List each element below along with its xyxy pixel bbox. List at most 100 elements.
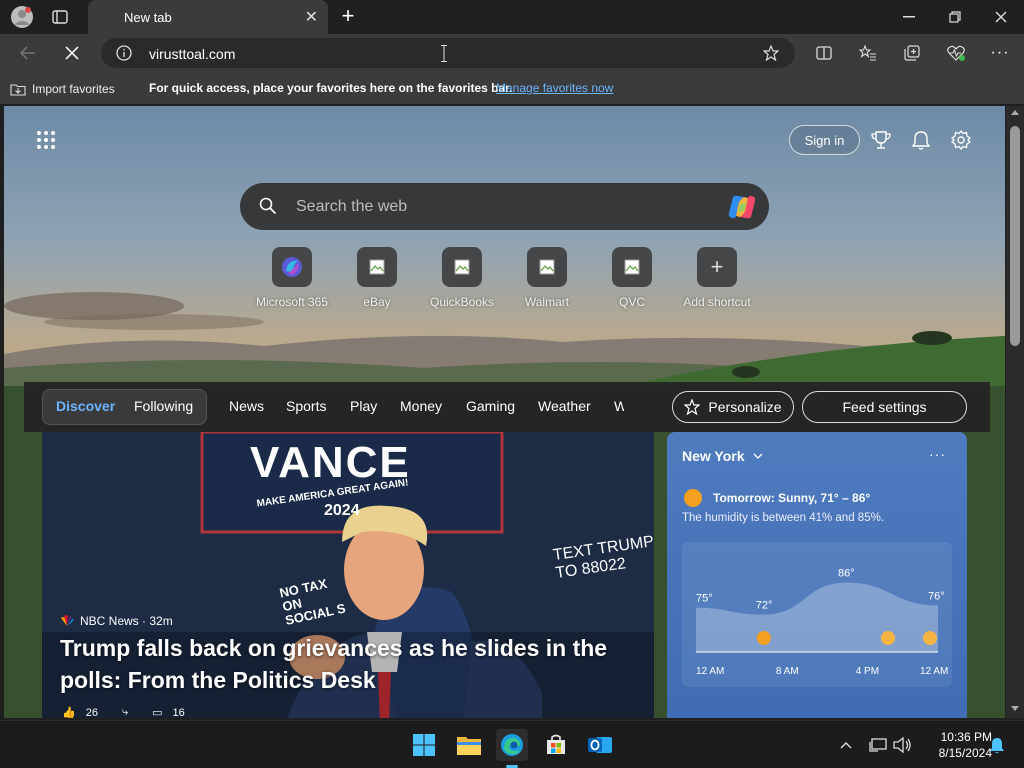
outlook-icon[interactable] <box>584 729 616 761</box>
favorites-bar-message: For quick access, place your favorites h… <box>149 81 513 95</box>
weather-more-icon[interactable]: ··· <box>929 446 946 462</box>
tab-money[interactable]: Money <box>400 398 442 414</box>
nbc-news-logo <box>61 615 74 626</box>
page-settings-gear-icon[interactable] <box>948 128 974 152</box>
search-icon <box>258 196 278 216</box>
tab-following[interactable]: Following <box>134 398 193 414</box>
restore-button[interactable] <box>940 6 970 28</box>
title-bar: New tab ✕ + <box>0 0 1024 35</box>
stop-loading-button[interactable] <box>60 42 84 64</box>
time-tick-label: 4 PM <box>856 666 879 677</box>
shortcut-walmart[interactable]: Walmart <box>507 247 587 309</box>
shortcut-microsoft-365[interactable]: Microsoft 365 <box>252 247 332 309</box>
split-screen-icon[interactable] <box>812 42 836 64</box>
dislike-icon[interactable]: ⤷ <box>122 706 128 718</box>
favorite-star-icon[interactable] <box>761 44 781 62</box>
page-scrollbar[interactable] <box>1006 106 1024 718</box>
scrollbar-down-arrow[interactable] <box>1011 706 1019 711</box>
sign-text-2024: 2024 <box>324 502 360 519</box>
partly-cloudy-marker <box>881 631 896 645</box>
url-text: virusttoal.com <box>149 46 236 62</box>
shortcut-qvc[interactable]: QVC <box>592 247 672 309</box>
apps-launcher-icon[interactable] <box>36 128 56 152</box>
news-headline[interactable]: Trump falls back on grievances as he sli… <box>60 632 620 696</box>
shortcut-label: eBay <box>363 295 391 309</box>
moon-marker <box>923 631 937 645</box>
shortcut-ebay[interactable]: eBay <box>337 247 417 309</box>
temperature-label: 72° <box>756 600 773 612</box>
browser-essentials-icon[interactable] <box>944 42 968 64</box>
tab-gaming[interactable]: Gaming <box>466 398 515 414</box>
feed-settings-button[interactable]: Feed settings <box>802 391 967 423</box>
tab-close-icon[interactable]: ✕ <box>305 7 318 27</box>
add-shortcut-button[interactable]: + Add shortcut <box>677 247 757 309</box>
microsoft-365-icon <box>272 247 312 287</box>
shortcut-label: Microsoft 365 <box>255 295 329 309</box>
tab-discover[interactable]: Discover <box>56 398 115 414</box>
sun-marker <box>756 631 771 645</box>
file-explorer-icon[interactable] <box>453 729 485 761</box>
search-placeholder: Search the web <box>296 198 408 215</box>
temperature-area <box>696 582 938 652</box>
close-window-button[interactable] <box>986 6 1016 28</box>
manage-favorites-link[interactable]: Manage favorites now <box>496 81 613 95</box>
taskbar: 10:36 PM 8/15/2024 <box>0 720 1024 768</box>
weather-location-selector[interactable]: New York <box>682 448 763 464</box>
news-card[interactable]: VANCE MAKE AMERICA GREAT AGAIN! 2024 TEX… <box>42 432 654 718</box>
address-bar[interactable]: virusttoal.com <box>101 38 795 68</box>
tab-play[interactable]: Play <box>350 398 377 414</box>
comment-count: 16 <box>172 706 185 719</box>
weather-card[interactable]: New York ··· Tomorrow: Sunny, 71° – 86° … <box>667 432 967 718</box>
news-source-label: NBC News · 32m <box>80 614 173 628</box>
shortcut-label: Add shortcut <box>683 295 751 309</box>
start-button[interactable] <box>408 729 440 761</box>
profile-avatar[interactable] <box>10 5 34 29</box>
feed-navigation: Discover Following News Sports Play Mone… <box>24 382 990 432</box>
temperature-label: 76° <box>928 590 945 602</box>
browser-toolbar: virusttoal.com ··· <box>0 34 1024 72</box>
edge-taskbar-icon[interactable] <box>496 729 528 768</box>
import-favorites-button[interactable]: Import favorites <box>10 80 115 98</box>
weather-temperature-chart: 75° 72° 86° 76° 12 AM 8 AM 4 PM 12 AM <box>696 568 948 677</box>
favorites-icon[interactable] <box>856 42 880 64</box>
back-button[interactable] <box>16 42 40 64</box>
search-box[interactable]: Search the web <box>240 183 769 230</box>
collections-icon[interactable] <box>900 42 924 64</box>
weather-summary: Tomorrow: Sunny, 71° – 86° <box>713 491 871 505</box>
personalize-button[interactable]: Personalize <box>672 391 794 423</box>
settings-more-icon[interactable]: ··· <box>988 42 1012 64</box>
shortcut-label: QVC <box>618 295 645 309</box>
microsoft-store-icon[interactable] <box>540 729 572 761</box>
minimize-button[interactable] <box>894 6 924 28</box>
sign-in-button[interactable]: Sign in <box>789 125 860 155</box>
new-tab-button[interactable]: + <box>336 3 360 28</box>
notifications-bell-icon[interactable] <box>908 128 934 152</box>
shortcut-quickbooks[interactable]: QuickBooks <box>422 247 502 309</box>
tab-more-truncated[interactable]: W <box>614 398 624 414</box>
new-tab-page: Sign in Search the web Microsoft 365 eBa… <box>4 106 1005 718</box>
scrollbar-thumb[interactable] <box>1010 126 1020 346</box>
like-icon[interactable]: 👍 <box>62 706 76 718</box>
site-info-icon[interactable] <box>115 44 133 62</box>
clock[interactable]: 10:36 PM 8/15/2024 <box>918 729 992 761</box>
rewards-trophy-icon[interactable] <box>868 128 894 152</box>
tab-sports[interactable]: Sports <box>286 398 326 414</box>
weather-summary-row: Tomorrow: Sunny, 71° – 86° <box>683 488 870 508</box>
tab-weather[interactable]: Weather <box>538 398 591 414</box>
temperature-label: 75° <box>696 593 713 605</box>
tab-actions-icon[interactable] <box>50 8 70 26</box>
comment-icon[interactable]: ▭ <box>152 706 162 718</box>
show-hidden-icons-chevron[interactable] <box>830 729 862 761</box>
clock-date: 8/15/2024 <box>938 746 992 760</box>
like-count: 26 <box>85 706 98 719</box>
copilot-icon[interactable] <box>726 193 758 221</box>
temperature-label: 86° <box>838 568 855 580</box>
tab-news[interactable]: News <box>229 398 264 414</box>
news-reactions: 👍 26 ⤷ ▭ 16 <box>62 706 185 718</box>
scrollbar-up-arrow[interactable] <box>1011 110 1019 115</box>
notification-bell-icon[interactable] <box>986 729 1008 761</box>
tab-new-tab[interactable]: New tab ✕ <box>88 0 328 35</box>
sign-in-label: Sign in <box>804 132 845 148</box>
volume-icon[interactable] <box>886 729 918 761</box>
time-tick-label: 8 AM <box>776 666 799 677</box>
